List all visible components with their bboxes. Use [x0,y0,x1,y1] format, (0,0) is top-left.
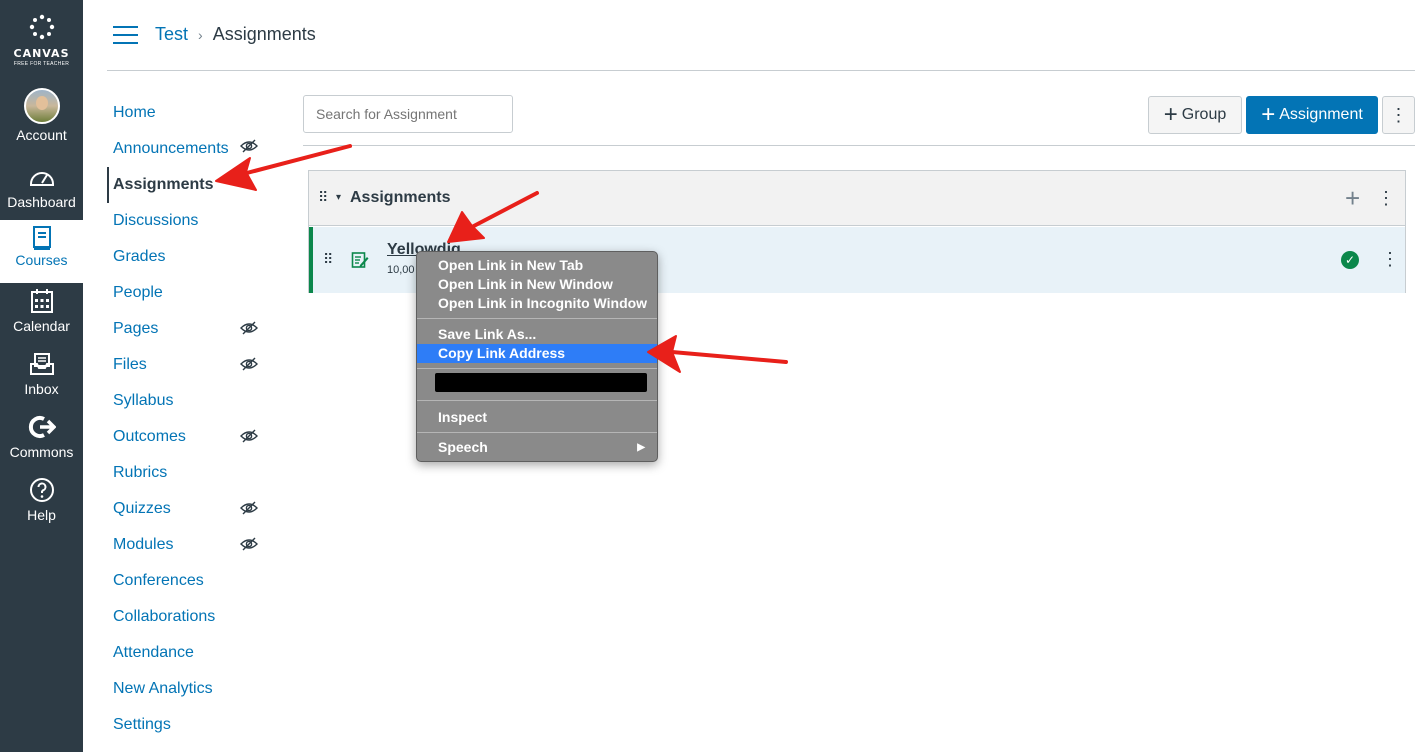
menu-open-incognito[interactable]: Open Link in Incognito Window [417,294,657,313]
kebab-icon: ⋮ [1389,104,1408,125]
assignment-group-title: Assignments [350,189,451,206]
course-nav-quizzes[interactable]: Quizzes [107,491,267,527]
breadcrumb: Test › Assignments [155,24,316,45]
search-assignment-input[interactable] [303,95,513,133]
avatar [23,88,60,124]
collapse-caret-icon[interactable]: ▾ [336,192,341,203]
toolbar-divider [303,145,1415,146]
menu-open-new-window[interactable]: Open Link in New Window [417,275,657,294]
annotation-arrow [670,350,788,364]
course-nav-home[interactable]: Home [107,95,267,131]
published-check-icon[interactable]: ✓ [1341,251,1359,269]
assignment-group-header[interactable]: ⠿ ▾ Assignments + ⋮ [309,171,1405,226]
menu-speech-label: Speech [438,439,488,455]
menu-separator [417,400,657,401]
course-nav-discussions[interactable]: Discussions [107,203,267,239]
page-header: Test › Assignments [107,0,1415,71]
hidden-eye-icon [240,321,258,335]
redacted-menu-item[interactable] [435,373,647,392]
global-nav: CANVAS FREE FOR TEACHER Account Dashboar… [0,0,83,752]
menu-separator [417,432,657,433]
course-nav-grades[interactable]: Grades [107,239,267,275]
assignment-icon [351,252,369,268]
menu-separator [417,318,657,319]
nav-calendar[interactable]: Calendar [0,286,83,348]
course-nav-rubrics[interactable]: Rubrics [107,455,267,491]
course-nav-people[interactable]: People [107,275,267,311]
menu-separator [417,368,657,369]
course-nav-announcements-label: Announcements [113,140,229,157]
inbox-icon [29,353,54,375]
help-icon [29,478,54,502]
add-group-label: Group [1181,106,1227,123]
menu-speech[interactable]: Speech ▶ [417,438,657,457]
nav-inbox[interactable]: Inbox [0,349,83,411]
hidden-eye-icon [240,357,258,371]
add-to-group-icon[interactable]: + [1345,183,1360,214]
courses-icon [32,226,51,250]
settings-kebab-button[interactable]: ⋮ [1382,96,1415,134]
menu-open-new-tab[interactable]: Open Link in New Tab [417,256,657,275]
course-nav-outcomes[interactable]: Outcomes [107,419,267,455]
add-assignment-button[interactable]: + Assignment [1246,96,1378,134]
logo-text: CANVAS [13,47,70,60]
assignment-points: 10,00 [387,264,415,276]
nav-commons-label: Commons [9,444,74,460]
canvas-logo-icon [29,14,54,40]
commons-icon [28,416,56,438]
menu-inspect[interactable]: Inspect [417,408,657,427]
context-menu: Open Link in New Tab Open Link in New Wi… [416,251,658,462]
drag-handle-icon[interactable]: ⠿ [323,251,333,268]
nav-commons[interactable]: Commons [0,412,83,474]
nav-courses-label: Courses [15,252,68,268]
course-nav-syllabus[interactable]: Syllabus [107,383,267,419]
calendar-icon [30,289,53,313]
course-nav-modules[interactable]: Modules [107,527,267,563]
group-kebab-icon[interactable]: ⋮ [1377,188,1395,209]
add-group-button[interactable]: + Group [1148,96,1242,134]
course-nav-pages[interactable]: Pages [107,311,267,347]
plus-icon: + [1163,101,1178,128]
course-nav-collaborations[interactable]: Collaborations [107,599,267,635]
course-nav-pages-label: Pages [113,320,159,337]
nav-dashboard-label: Dashboard [7,194,76,210]
menu-copy-link-address[interactable]: Copy Link Address [417,344,657,363]
hidden-eye-icon [240,139,258,153]
course-nav-announcements[interactable]: Announcements [107,131,267,167]
nav-help-label: Help [27,507,56,523]
course-nav-assignments[interactable]: Assignments [107,167,267,203]
canvas-logo[interactable]: CANVAS FREE FOR TEACHER [0,14,83,67]
nav-account[interactable]: Account [0,88,83,150]
course-nav-settings[interactable]: Settings [107,707,267,743]
drag-handle-icon[interactable]: ⠿ [318,189,328,206]
hidden-eye-icon [240,429,258,443]
nav-calendar-label: Calendar [13,318,70,334]
logo-subtext: FREE FOR TEACHER [13,61,70,67]
menu-save-link-as[interactable]: Save Link As... [417,325,657,344]
add-assignment-label: Assignment [1279,106,1363,123]
course-nav-outcomes-label: Outcomes [113,428,186,445]
breadcrumb-course-link[interactable]: Test [155,24,188,45]
hidden-eye-icon [240,501,258,515]
dashboard-icon [29,172,54,186]
hamburger-menu-icon[interactable] [113,26,138,44]
nav-courses[interactable]: Courses [0,220,83,283]
hidden-eye-icon [240,537,258,551]
assignment-kebab-icon[interactable]: ⋮ [1381,249,1399,270]
plus-icon: + [1261,101,1276,128]
nav-help[interactable]: Help [0,475,83,537]
nav-account-label: Account [16,127,67,143]
breadcrumb-separator-icon: › [198,26,203,43]
course-nav-files[interactable]: Files [107,347,267,383]
course-nav-new-analytics[interactable]: New Analytics [107,671,267,707]
course-nav-quizzes-label: Quizzes [113,500,171,517]
course-nav-attendance[interactable]: Attendance [107,635,267,671]
course-nav-conferences[interactable]: Conferences [107,563,267,599]
course-nav-files-label: Files [113,356,147,373]
course-nav-modules-label: Modules [113,536,174,553]
breadcrumb-current: Assignments [212,24,316,44]
nav-inbox-label: Inbox [24,381,59,397]
submenu-arrow-icon: ▶ [637,442,645,453]
nav-dashboard[interactable]: Dashboard [0,162,83,224]
